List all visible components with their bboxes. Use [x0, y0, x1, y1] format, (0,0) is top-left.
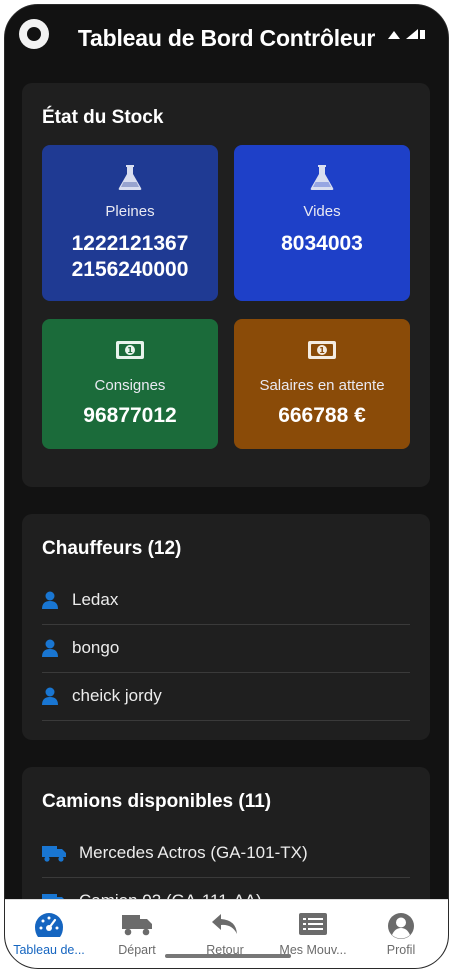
stock-tile-salaires[interactable]: 1 Salaires en attente 666788 € [234, 319, 410, 449]
nav-item-retour[interactable]: Retour [181, 900, 269, 968]
page-title: Tableau de Bord Contrôleur [77, 25, 376, 51]
stock-tile-pleines[interactable]: Pleines 1222121367 2156240000 [42, 145, 218, 301]
truck-icon [93, 912, 181, 936]
flask-icon [234, 163, 410, 191]
list-icon [269, 912, 357, 936]
stock-tile-label: Consignes [94, 377, 166, 394]
truck-name: Mercedes Actros (GA-101-TX) [79, 843, 308, 862]
return-arrow-icon [181, 912, 269, 938]
stock-tile-value: 1222121367 2156240000 [71, 232, 189, 281]
driver-name: cheick jordy [72, 686, 162, 705]
svg-text:1: 1 [319, 346, 325, 355]
nav-label: Tableau de... [13, 943, 85, 957]
money-icon: 1 [234, 339, 410, 361]
nav-item-profil[interactable]: Profil [357, 900, 445, 968]
person-icon [42, 639, 72, 657]
stock-tile-label: Vides [303, 203, 341, 220]
stock-title: État du Stock [42, 107, 164, 128]
stock-tile-consignes[interactable]: 1 Consignes 96877012 [42, 319, 218, 449]
nav-item-dashboard[interactable]: Tableau de... [5, 900, 93, 968]
stock-tile-value: 666788 € [278, 404, 366, 427]
profile-icon [357, 912, 445, 940]
drivers-panel: Chauffeurs (12) Ledax bongo cheick jordy [22, 514, 430, 740]
stock-tile-vides[interactable]: Vides 8034003 [234, 145, 410, 301]
bottom-nav: Tableau de... Départ Retour Mes Mouv... [5, 899, 448, 968]
stock-tile-value: 96877012 [83, 404, 177, 427]
nav-label: Profil [386, 943, 416, 957]
stock-tile-value: 8034003 [281, 232, 363, 255]
truck-list-item[interactable]: Camion 02 (GA-111-AA) [42, 877, 410, 899]
svg-text:1: 1 [127, 346, 133, 355]
stock-tile-label: Pleines [105, 203, 155, 220]
stock-tile-label: Salaires en attente [259, 377, 385, 394]
home-indicator[interactable] [165, 954, 291, 958]
driver-name: bongo [72, 638, 120, 657]
person-icon [42, 687, 72, 705]
truck-icon [42, 892, 79, 899]
truck-name: Camion 02 (GA-111-AA) [79, 891, 262, 899]
phone-frame: Tableau de Bord Contrôleur État du Stock… [0, 0, 453, 971]
nav-item-mouvements[interactable]: Mes Mouv... [269, 900, 357, 968]
stock-panel: État du Stock Pleines 1222121367 2156240… [22, 83, 430, 487]
scroll-content[interactable]: État du Stock Pleines 1222121367 2156240… [5, 79, 448, 899]
drivers-title: Chauffeurs (12) [42, 538, 182, 559]
driver-list-item[interactable]: bongo [42, 624, 410, 673]
flask-icon [42, 163, 218, 191]
nav-item-depart[interactable]: Départ [93, 900, 181, 968]
person-icon [42, 591, 72, 609]
driver-name: Ledax [72, 590, 119, 609]
app-screen: Tableau de Bord Contrôleur État du Stock… [4, 4, 449, 969]
driver-list-item[interactable]: cheick jordy [42, 672, 410, 721]
truck-list-item[interactable]: Mercedes Actros (GA-101-TX) [42, 829, 410, 878]
dashboard-icon [5, 912, 93, 938]
trucks-title: Camions disponibles (11) [42, 791, 272, 812]
trucks-panel: Camions disponibles (11) Mercedes Actros… [22, 767, 430, 899]
money-icon: 1 [42, 339, 218, 361]
truck-icon [42, 844, 79, 862]
driver-list-item[interactable]: Ledax [42, 576, 410, 625]
